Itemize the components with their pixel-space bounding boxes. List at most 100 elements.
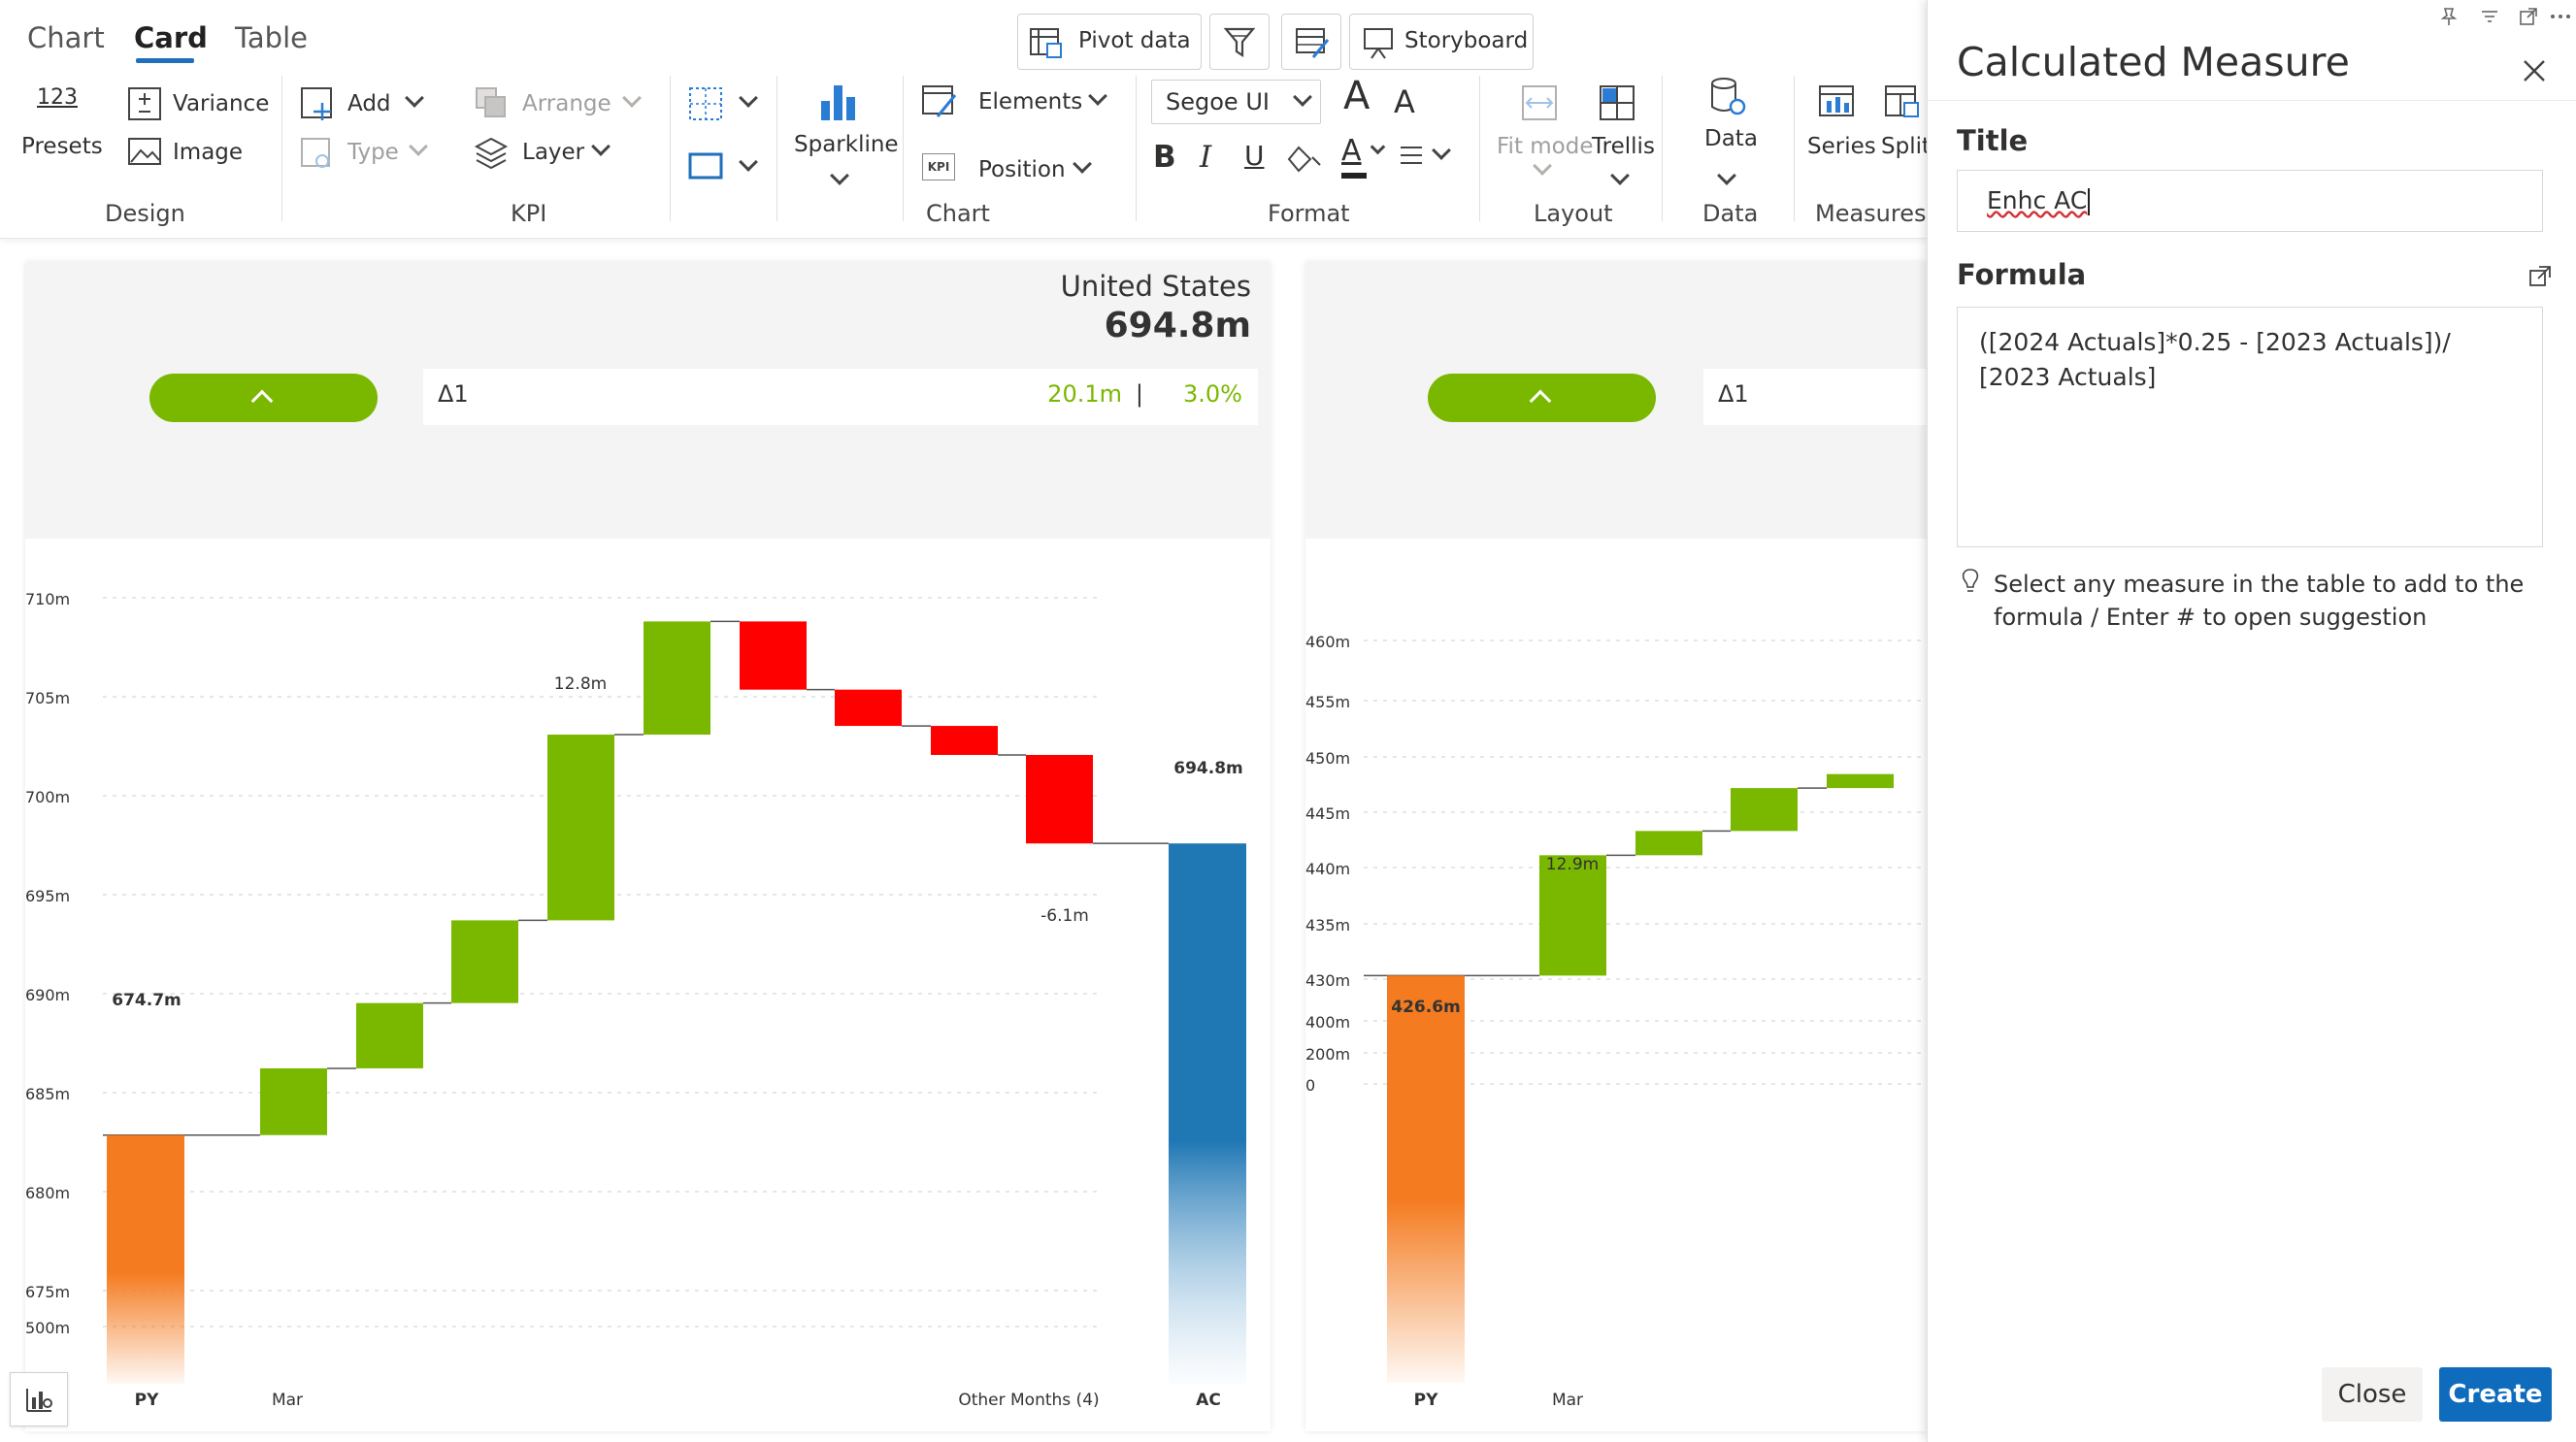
formula-label: Formula	[1957, 258, 2087, 291]
series-label: Series	[1807, 134, 1876, 159]
sparkline-label: Sparkline	[794, 132, 899, 157]
filter-button[interactable]	[1209, 14, 1270, 70]
table-edit-button[interactable]	[1281, 14, 1341, 70]
tab-card[interactable]: Card	[134, 21, 208, 54]
kpi-card[interactable]: Δ1 460m 455m 450m 445m 440m 435m 430m 400m 200m 0…	[1305, 262, 1927, 1431]
y-axis-tick-label: 400m	[1305, 1013, 1350, 1032]
title-input-value: Enhc AC	[1987, 186, 2088, 214]
card-value: 694.8m	[1104, 306, 1251, 345]
elements-icon	[922, 85, 957, 117]
tab-chart[interactable]: Chart	[27, 21, 105, 54]
chevron-up-icon	[1529, 389, 1552, 412]
chevron-down-icon	[1293, 87, 1312, 107]
data-group-label: Data	[1702, 200, 1759, 227]
y-axis-tick-label: 675m	[25, 1283, 70, 1301]
chevron-down-icon	[739, 152, 758, 172]
tab-table[interactable]: Table	[235, 21, 308, 54]
waterfall-bar	[547, 735, 614, 921]
y-axis-tick-label: 460m	[1305, 633, 1350, 651]
delta-row: Δ1 20.1m | 3.0%	[423, 369, 1258, 425]
chevron-down-icon	[1370, 139, 1386, 155]
chevron-down-icon	[1088, 86, 1107, 106]
x-axis-label: Other Months (4)	[958, 1391, 1099, 1410]
y-axis-tick-label: 430m	[1305, 971, 1350, 990]
chevron-down-icon	[830, 166, 849, 185]
ribbon-separator	[1794, 76, 1795, 221]
pin-icon[interactable]	[2438, 6, 2460, 27]
delta-percent: 3.0%	[1183, 380, 1242, 408]
kpi-card[interactable]: United States 694.8m Δ1 20.1m | 3.0% 710…	[25, 262, 1271, 1431]
measures-group-label: Measures	[1815, 200, 1927, 227]
title-label: Title	[1957, 124, 2029, 157]
delta-absolute: 20.1m	[1047, 380, 1122, 408]
waterfall-bar	[1827, 773, 1894, 789]
data-label: 694.8m	[1173, 759, 1243, 778]
storyboard-button[interactable]: Storyboard	[1349, 14, 1534, 70]
shrink-font-icon[interactable]: A	[1394, 83, 1415, 120]
kpi-group-label: KPI	[511, 200, 547, 227]
layer-label: Layer	[522, 140, 585, 165]
y-axis-tick-label: 700m	[25, 788, 70, 806]
waterfall-bar	[835, 689, 902, 727]
align-icon	[1401, 147, 1422, 164]
rectangle-icon	[688, 152, 723, 180]
y-axis-tick-label: 435m	[1305, 916, 1350, 934]
layout-group-label: Layout	[1534, 200, 1613, 227]
chevron-down-icon	[1610, 166, 1630, 185]
bar-chart-icon	[821, 85, 855, 120]
calculated-measure-panel: Calculated Measure Title Enhc AC Formula…	[1927, 0, 2576, 1442]
more-icon[interactable]	[2549, 6, 2572, 27]
x-axis-label: Mar	[1552, 1391, 1583, 1410]
plus-minus-icon	[128, 87, 161, 120]
fill-color-icon[interactable]	[1283, 140, 1328, 177]
active-tab-indicator	[136, 58, 194, 63]
close-button[interactable]: Close	[2322, 1367, 2423, 1422]
fit-mode-label: Fit mode	[1497, 134, 1594, 159]
x-axis-label: Mar	[272, 1391, 303, 1410]
card-header: United States 694.8m Δ1 20.1m | 3.0%	[25, 262, 1271, 539]
formula-hint: Select any measure in the table to add t…	[1994, 571, 2525, 631]
create-button[interactable]: Create	[2439, 1367, 2552, 1422]
data-label: 12.8m	[554, 674, 607, 694]
chevron-down-icon	[622, 88, 642, 108]
font-select[interactable]: Segoe UI	[1151, 80, 1321, 124]
variance-pill[interactable]	[149, 374, 378, 422]
chevron-down-icon	[409, 137, 428, 156]
presets-number-icon: 123	[37, 85, 78, 110]
text-cursor	[2088, 188, 2091, 215]
variance-pill[interactable]	[1428, 374, 1656, 422]
italic-button[interactable]: I	[1200, 140, 1211, 175]
delta-separator: |	[1135, 380, 1143, 408]
type-icon	[301, 138, 330, 168]
funnel-icon	[1223, 27, 1256, 58]
bold-button[interactable]: B	[1153, 140, 1176, 175]
popout-icon[interactable]	[2527, 264, 2553, 289]
chevron-down-icon	[1717, 166, 1736, 185]
type-label: Type	[347, 140, 399, 165]
underline-button[interactable]: U	[1244, 140, 1265, 172]
variance-label: Variance	[173, 91, 270, 116]
pivot-data-button[interactable]: Pivot data	[1017, 14, 1202, 70]
chart-settings-button[interactable]	[10, 1372, 68, 1426]
formula-input[interactable]: ([2024 Actuals]*0.25 - [2023 Actuals])/ …	[1957, 307, 2543, 547]
close-icon[interactable]	[2522, 58, 2547, 83]
ribbon-separator	[903, 76, 904, 221]
expand-icon[interactable]	[2518, 6, 2539, 27]
y-axis-tick-label: 445m	[1305, 804, 1350, 823]
chevron-down-icon	[1533, 156, 1552, 176]
chevron-down-icon	[1073, 154, 1092, 174]
filter-icon[interactable]	[2479, 6, 2500, 27]
title-input[interactable]: Enhc AC	[1957, 170, 2543, 232]
chevron-down-icon	[1432, 141, 1451, 160]
data-label: Data	[1704, 126, 1758, 151]
font-color-swatch	[1341, 173, 1367, 179]
y-axis-tick-label: 685m	[25, 1085, 70, 1103]
storyboard-label: Storyboard	[1404, 28, 1529, 53]
grow-font-icon[interactable]: A	[1343, 74, 1370, 118]
image-icon	[128, 138, 161, 165]
chart-settings-icon	[26, 1389, 52, 1412]
lightbulb-icon	[1962, 569, 1979, 592]
chart-group-label: Chart	[926, 200, 990, 227]
delta-label: Δ1	[1718, 380, 1749, 408]
y-axis-tick-label: 710m	[25, 590, 70, 608]
